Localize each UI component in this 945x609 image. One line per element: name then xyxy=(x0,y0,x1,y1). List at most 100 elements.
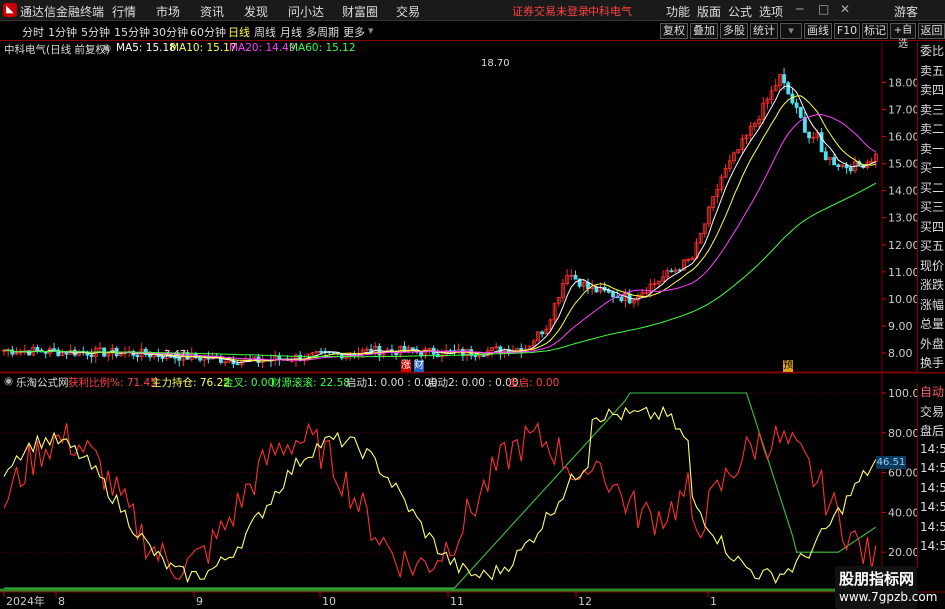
quote-label: 换手 xyxy=(920,356,945,370)
price-tick-label: 9.00 xyxy=(888,320,913,333)
forecast-badge[interactable]: 预 xyxy=(783,360,793,372)
quote-label: 买一 xyxy=(920,161,945,175)
quote-label: 买五 xyxy=(920,239,945,253)
candle-body xyxy=(52,348,56,351)
date-tick-label: 10 xyxy=(322,595,336,608)
price-tick-label: 12.00 xyxy=(888,239,920,252)
candle-body xyxy=(798,106,803,118)
date-tick-label: 8 xyxy=(58,595,65,608)
candle-body xyxy=(786,82,791,95)
high-price-annotation: 18.70 xyxy=(481,58,510,69)
trade-time: 14:56 xyxy=(920,461,945,475)
candle-body xyxy=(611,291,615,298)
quote-label: 卖三 xyxy=(920,102,945,117)
crosshair-value-badge: 46.51 xyxy=(876,456,906,469)
price-tick-label: 14.00 xyxy=(888,185,920,198)
candle-body xyxy=(319,350,323,353)
candle-body xyxy=(782,74,786,84)
wealth-legend: 财源滚滚: 22.58 xyxy=(271,377,350,389)
candle-body xyxy=(794,102,799,108)
quote-label: 总量 xyxy=(920,317,945,331)
trade-time: 14:56 xyxy=(920,441,945,456)
low-price-annotation: 7.47 xyxy=(164,349,187,360)
date-tick-label: 2024年 xyxy=(6,594,45,608)
main-holding-legend: 主力持仓: 76.22 xyxy=(151,377,230,389)
price-chart[interactable]: 18.0017.0016.0015.0014.0013.0012.0011.00… xyxy=(0,0,945,609)
quote-label: 买二 xyxy=(920,180,945,195)
price-tick-label: 17.00 xyxy=(888,103,920,116)
price-tick-label: 8.00 xyxy=(888,347,913,360)
candle-body xyxy=(481,355,486,357)
date-tick-label: 1 xyxy=(710,595,717,608)
watermark-url: www.7gpzb.com xyxy=(839,590,938,604)
date-tick-label: 11 xyxy=(450,595,464,608)
candle-body xyxy=(819,132,824,153)
candle-body xyxy=(89,354,94,357)
start2-legend: 启动2: 0.00 : 0.00 xyxy=(427,377,519,389)
candle-body xyxy=(619,296,624,302)
profit-ratio-line xyxy=(3,421,877,581)
quote-panel: 委比 卖五 卖四 卖三 卖二 卖一 买一 买二 买三 买四 买五 现价 涨跌 涨… xyxy=(917,42,945,372)
trading-terminal-window: ◣ 通达信金融终端 行情 市场 资讯 发现 问小达 财富圈 交易 证券交易未登录… xyxy=(0,0,945,609)
ind-tick-label: 80.00 xyxy=(888,427,920,440)
indicator-name: 乐淘公式网 xyxy=(16,377,69,389)
candle-body xyxy=(848,167,853,172)
trade-panel: 自动 交易 盘后 14:56 14:56 14:56 14:56 14:56 1… xyxy=(917,383,945,568)
golden-cross-legend: 金叉: 0.00 xyxy=(223,377,275,389)
indicator-settings-icon[interactable]: ◉ xyxy=(4,375,13,387)
ma20-line xyxy=(3,113,877,361)
candle-body xyxy=(473,355,478,357)
candle-body xyxy=(56,349,61,356)
candle-body xyxy=(836,164,841,167)
candle-body xyxy=(540,331,545,335)
auto-tab[interactable]: 自动 xyxy=(918,383,945,403)
watermark: 股朋指标网 www.7gpzb.com xyxy=(835,566,937,609)
candle-body xyxy=(832,157,837,166)
after-hours-tab[interactable]: 盘后 xyxy=(918,422,945,442)
quote-label: 现价 xyxy=(920,258,945,273)
quote-label: 涨幅 xyxy=(920,297,945,312)
quote-label: 涨跌 xyxy=(920,278,945,292)
trade-time: 14:56 xyxy=(920,480,945,495)
quote-label: 外盘 xyxy=(920,336,945,351)
ind-tick-label: 40.00 xyxy=(888,506,920,519)
price-tick-label: 18.00 xyxy=(888,76,920,89)
wealth-line xyxy=(4,392,877,589)
candle-body xyxy=(198,357,202,361)
ma60-line xyxy=(3,182,877,358)
candle-body xyxy=(35,346,40,351)
candle-body xyxy=(669,270,674,273)
price-tick-label: 10.00 xyxy=(888,293,920,306)
candle-body xyxy=(823,151,828,161)
trade-time: 14:56 xyxy=(920,500,945,514)
all-start-legend: 全启: 0.00 xyxy=(508,377,560,389)
price-tick-label: 11.00 xyxy=(888,266,920,279)
finance-badge[interactable]: 财 xyxy=(414,360,424,372)
quote-label: 卖五 xyxy=(920,63,945,78)
trade-tab[interactable]: 交易 xyxy=(918,403,945,423)
main-holding-line xyxy=(3,405,877,585)
limit-up-badge[interactable]: 涨 xyxy=(401,360,411,372)
price-tick-label: 16.00 xyxy=(888,131,920,144)
quote-label: 卖四 xyxy=(920,83,945,97)
start1-legend: 启动1: 0.00 : 0.00 xyxy=(346,377,438,389)
ind-tick-label: 100.0 xyxy=(888,387,920,400)
quote-label: 卖二 xyxy=(920,122,945,136)
quote-label: 买四 xyxy=(920,219,945,234)
candle-body xyxy=(573,274,578,280)
quote-label: 买三 xyxy=(920,200,945,214)
quote-label: 委比 xyxy=(920,44,945,58)
price-tick-label: 15.00 xyxy=(888,158,920,171)
date-tick-label: 12 xyxy=(578,595,592,608)
candle-body xyxy=(803,116,807,133)
trade-time: 14:56 xyxy=(920,519,945,534)
candle-body xyxy=(235,363,240,366)
candle-body xyxy=(807,131,811,139)
profit-ratio-legend: 获利比例%: 71.45 xyxy=(68,377,157,389)
watermark-title: 股朋指标网 xyxy=(839,570,915,588)
trade-time: 14:56 xyxy=(920,539,945,553)
quote-label: 卖一 xyxy=(920,141,945,156)
price-tick-label: 13.00 xyxy=(888,212,920,225)
ma5-line xyxy=(3,85,876,364)
date-tick-label: 9 xyxy=(196,595,203,608)
